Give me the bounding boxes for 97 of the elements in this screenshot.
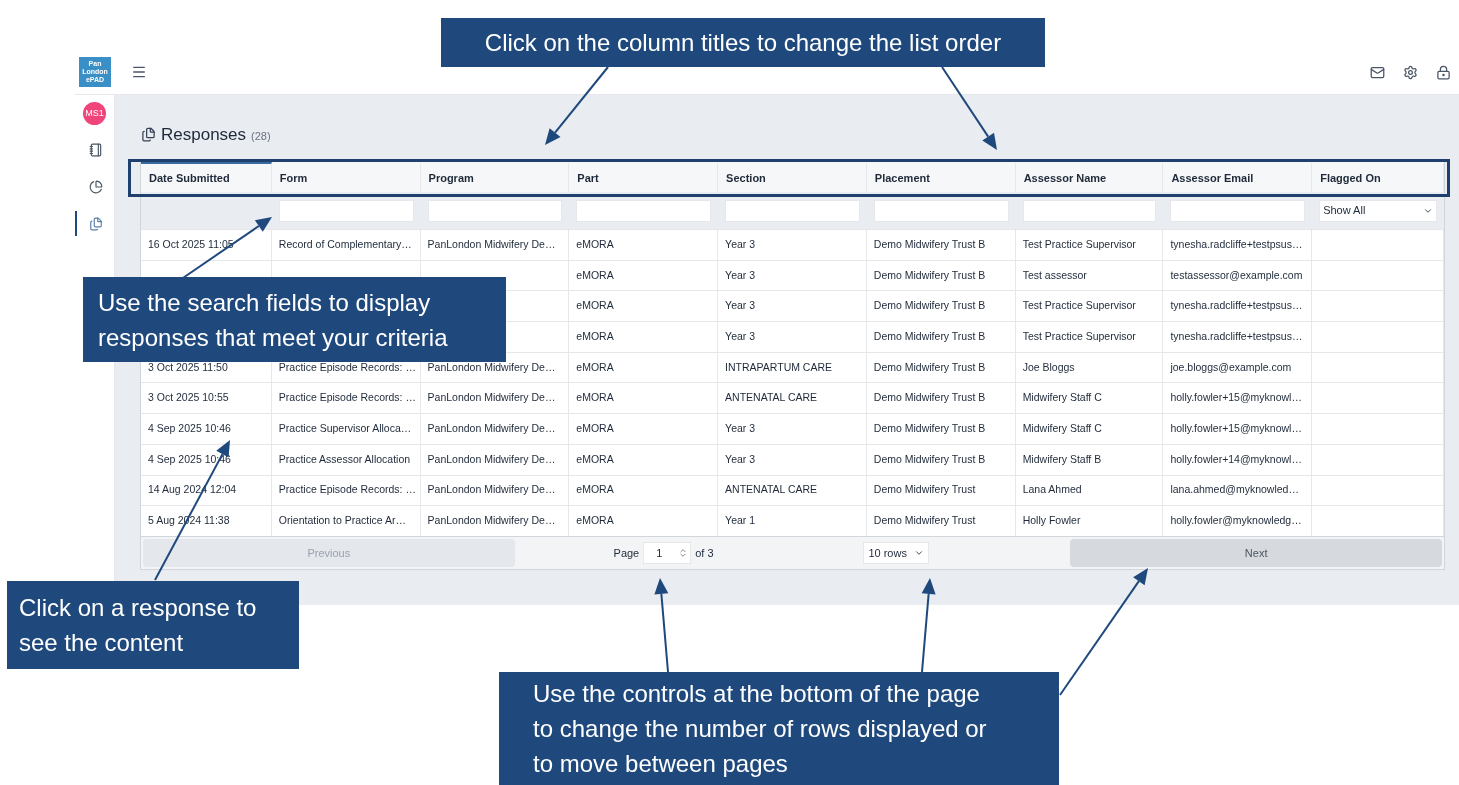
table-cell-text: Lana Ahmed xyxy=(1022,482,1082,498)
lock-icon[interactable] xyxy=(1436,64,1451,80)
stepper-icon[interactable] xyxy=(678,547,689,558)
table-cell-text: Practice Episode Records: … xyxy=(278,390,416,406)
search-field[interactable] xyxy=(1022,199,1157,222)
table-cell-text: Test Practice Supervisor xyxy=(1022,236,1136,252)
avatar[interactable]: MS1 xyxy=(83,102,106,125)
page-total: of 3 xyxy=(695,545,714,561)
table-cell-text: Year 3 xyxy=(725,451,756,467)
flag-filter-dropdown[interactable]: Show All xyxy=(1319,199,1437,222)
table-cell-text: eMORA xyxy=(576,451,614,467)
table-cell-text: joe.bloggs@example.com xyxy=(1170,359,1292,375)
table-cell-text: eMORA xyxy=(576,390,614,406)
table-cell: Holly Fowler xyxy=(1022,513,1081,529)
table-cell-text: Joe Bloggs xyxy=(1022,359,1075,375)
table-cell: tynesha.radcliffe+testpsus… xyxy=(1170,329,1303,345)
table-cell-text: PanLondon Midwifery De… xyxy=(427,451,556,467)
table-cell-text: Demo Midwifery Trust B xyxy=(873,451,986,467)
pie-chart-icon xyxy=(88,179,103,194)
table-cell-text: Practice Episode Records: … xyxy=(278,359,416,375)
table-cell-text: eMORA xyxy=(576,236,614,252)
table-cell: holly.fowler+15@myknowl… xyxy=(1170,421,1302,437)
next-button[interactable]: Next xyxy=(1070,538,1442,567)
table-cell: Practice Supervisor Alloca… xyxy=(278,421,412,437)
response-count: (28) xyxy=(251,129,271,144)
table-cell-text: PanLondon Midwifery De… xyxy=(427,390,556,406)
menu-button[interactable] xyxy=(131,64,147,80)
page-title: Responses xyxy=(161,124,247,146)
search-field[interactable] xyxy=(576,199,712,222)
table-cell-text: 3 Oct 2025 10:55 xyxy=(148,390,229,406)
table-cell-text: Demo Midwifery Trust B xyxy=(873,267,986,283)
table-cell: eMORA xyxy=(576,421,614,437)
table-cell-text: Midwifery Staff B xyxy=(1022,451,1102,467)
table-cell: Test Practice Supervisor xyxy=(1022,329,1136,345)
table-cell: PanLondon Midwifery De… xyxy=(427,513,556,529)
table-cell-text: eMORA xyxy=(576,267,614,283)
search-field[interactable] xyxy=(1170,199,1306,222)
table-cell-text: testassessor@example.com xyxy=(1170,267,1303,283)
table-cell-text: ANTENATAL CARE xyxy=(725,482,818,498)
table-cell-text: Midwifery Staff C xyxy=(1022,390,1102,406)
page-label: Page xyxy=(613,545,640,561)
callout: Use the search fields to display responses that meet your criteria xyxy=(83,277,506,362)
table-cell-text: eMORA xyxy=(576,359,614,375)
table-cell: Midwifery Staff C xyxy=(1022,421,1102,437)
table-cell-text: lana.ahmed@myknowled… xyxy=(1170,482,1299,498)
page-number-field[interactable]: 1 xyxy=(643,541,692,564)
mail-icon[interactable] xyxy=(1370,64,1385,80)
table-cell-text: tynesha.radcliffe+testpsus… xyxy=(1170,236,1303,252)
search-field[interactable] xyxy=(278,199,414,222)
table-cell: Demo Midwifery Trust xyxy=(873,513,976,529)
callout: Click on the column titles to change the list order xyxy=(441,18,1045,67)
table-cell-text: holly.fowler+14@myknowl… xyxy=(1170,451,1302,467)
table-cell-text: Year 3 xyxy=(725,236,756,252)
table-cell: eMORA xyxy=(576,513,614,529)
table-cell: Year 3 xyxy=(725,329,756,345)
documents-icon xyxy=(88,216,103,231)
table-cell-text: Demo Midwifery Trust B xyxy=(873,236,986,252)
table-cell: PanLondon Midwifery De… xyxy=(427,421,556,437)
callout: Use the controls at the bottom of the page to change the number of rows displayed or to move between pages xyxy=(499,672,1059,785)
table-cell-text: Demo Midwifery Trust B xyxy=(873,359,986,375)
table-cell-text: Year 3 xyxy=(725,267,756,283)
table-cell-text: eMORA xyxy=(576,482,614,498)
table-cell: holly.fowler@myknowledg… xyxy=(1170,513,1302,529)
table-cell-text: Record of Complementary… xyxy=(278,236,412,252)
table-cell-text: 3 Oct 2025 11:50 xyxy=(148,359,228,375)
table-cell-text: Test assessor xyxy=(1022,267,1087,283)
table-cell: Year 1 xyxy=(725,513,756,529)
table-cell-text: Demo Midwifery Trust xyxy=(873,482,976,498)
search-field[interactable] xyxy=(725,199,860,222)
table-cell: eMORA xyxy=(576,329,614,345)
table-cell-text: PanLondon Midwifery De… xyxy=(427,359,556,375)
table-cell-text: INTRAPARTUM CARE xyxy=(725,359,833,375)
search-field[interactable] xyxy=(427,199,563,222)
responses-icon xyxy=(141,126,156,142)
table-cell-text: Practice Assessor Allocation xyxy=(278,451,411,467)
table-cell-text: PanLondon Midwifery De… xyxy=(427,482,556,498)
table-cell-text: Demo Midwifery Trust B xyxy=(873,298,986,314)
table-cell-text: Test Practice Supervisor xyxy=(1022,298,1136,314)
table-cell: 4 Sep 2025 10:46 xyxy=(148,421,231,437)
table-cell: Orientation to Practice Ar… xyxy=(278,513,407,529)
table-cell-text: eMORA xyxy=(576,298,614,314)
table-cell-text: Practice Episode Records: … xyxy=(278,482,416,498)
table-cell-text: Demo Midwifery Trust B xyxy=(873,390,986,406)
table-cell: Demo Midwifery Trust B xyxy=(873,329,986,345)
table-cell: Year 3 xyxy=(725,421,756,437)
table-cell-text: PanLondon Midwifery De… xyxy=(427,236,556,252)
table-cell-text: 16 Oct 2025 11:05 xyxy=(148,236,234,252)
table-cell-text: Year 3 xyxy=(725,298,756,314)
table-cell-text: holly.fowler+15@myknowl… xyxy=(1170,390,1302,406)
table-cell: Demo Midwifery Trust B xyxy=(873,421,986,437)
search-field[interactable] xyxy=(873,199,1009,222)
settings-icon[interactable] xyxy=(1403,64,1418,80)
table-cell-text: tynesha.radcliffe+testpsus… xyxy=(1170,298,1303,314)
callout: Click on a response to see the content xyxy=(7,581,299,669)
notebook-icon xyxy=(88,142,103,157)
rows-dropdown[interactable]: 10 rows xyxy=(863,541,930,564)
table-cell-text: ANTENATAL CARE xyxy=(725,390,818,406)
